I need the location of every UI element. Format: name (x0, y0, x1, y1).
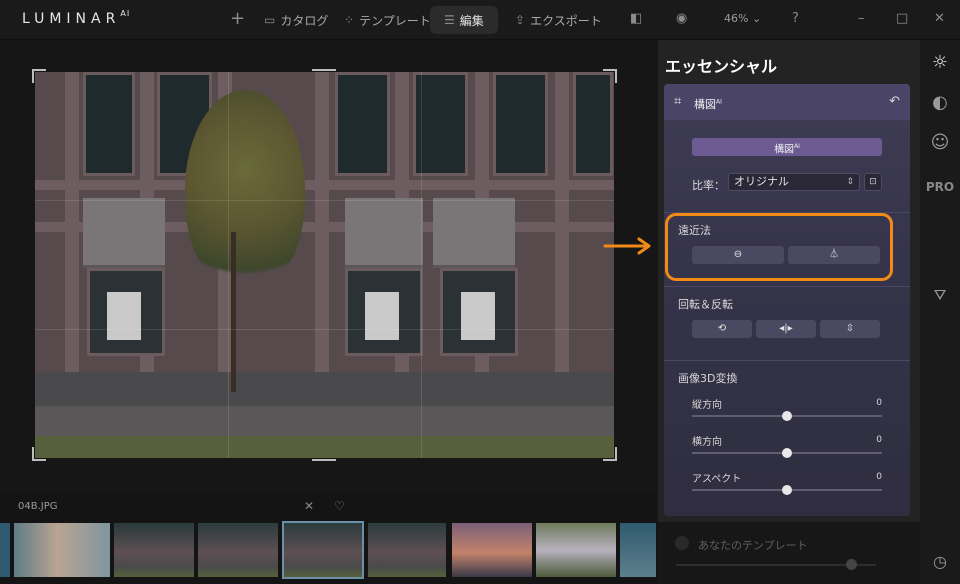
templates-icon: ⁘ (344, 13, 355, 27)
aspect-slider-knob[interactable] (782, 485, 792, 495)
crop-icon: ⌗ (674, 94, 682, 109)
filmstrip-thumb-selected[interactable] (282, 521, 364, 579)
horizontal-slider-knob[interactable] (782, 448, 792, 458)
nav-templates[interactable]: ⁘ テンプレート (344, 6, 431, 34)
rotate-icon: ⟲ (717, 323, 727, 334)
ratio-select[interactable]: オリジナル ⇕ (728, 173, 860, 191)
templates-label: あなたのテンプレート (698, 539, 808, 552)
filmstrip-thumb[interactable] (0, 523, 10, 577)
composition-card: ⌗ 構図AI ↶ 構図AI 比率： オリジナル ⇕ ⊡ 遠近法 ⊖ ⏃ 回転＆反… (664, 84, 910, 516)
top-bar: LUMINARAI + ▭ カタログ ⁘ テンプレート ☰ 編集 ⇪ エクスポー… (0, 0, 960, 40)
reset-icon[interactable]: ↶ (889, 94, 900, 109)
compare-icon[interactable]: ◧ (630, 11, 642, 26)
essentials-sun-icon[interactable]: ☼ (920, 52, 960, 73)
slider-label: アスペクト (692, 474, 742, 485)
perspective-highlight-box (665, 213, 893, 281)
templates-slider-knob[interactable] (846, 559, 857, 570)
templates-section: あなたのテンプレート (658, 522, 920, 584)
filmstrip-thumb[interactable] (536, 523, 616, 577)
photo-building (35, 72, 614, 372)
nav-edit[interactable]: ☰ 編集 (430, 6, 498, 34)
annotation-arrow-icon (603, 237, 651, 255)
rotate-button[interactable]: ⟲ (692, 320, 752, 338)
slider-value: 0 (876, 472, 882, 482)
crop-handle-top[interactable] (312, 69, 336, 71)
canvas-icon[interactable]: ⛛ (920, 286, 960, 304)
flip-vertical-button[interactable]: ⇳ (820, 320, 880, 338)
file-name: 04B.JPG (18, 501, 58, 512)
flip-vertical-icon: ⇳ (845, 323, 855, 334)
zoom-dropdown[interactable]: 46% ⌄ (724, 12, 761, 25)
slider-label: 縦方向 (692, 400, 722, 411)
crop-handle-bottom[interactable] (312, 459, 336, 461)
orientation-toggle-icon[interactable]: ⊡ (864, 173, 882, 191)
photo-tree (185, 90, 305, 290)
minimize-icon[interactable]: – (858, 11, 865, 26)
filmstrip-thumb[interactable] (368, 523, 446, 577)
filmstrip-thumb[interactable] (198, 523, 278, 577)
composition-title: 構図AI (694, 98, 722, 111)
filmstrip-thumb[interactable] (620, 523, 656, 577)
close-icon[interactable]: ✕ (934, 11, 945, 26)
catalog-icon: ▭ (264, 13, 276, 27)
templates-toggle[interactable] (675, 536, 689, 550)
nav-catalog[interactable]: ▭ カタログ (264, 6, 328, 34)
app-logo: LUMINARAI (22, 9, 131, 27)
history-clock-icon[interactable]: ◷ (920, 552, 960, 571)
crop-handle-bottom-right[interactable] (603, 447, 617, 461)
edit-icon: ☰ (444, 13, 455, 27)
crop-handle-bottom-left[interactable] (32, 447, 46, 461)
flip-horizontal-icon: ◂|▸ (779, 323, 793, 334)
slider-value: 0 (876, 435, 882, 445)
slider-label: 横方向 (692, 437, 722, 448)
crop-handle-top-left[interactable] (32, 69, 46, 83)
tool-rail: ☼ ◐ ☺ PRO ⛛ ◷ (920, 40, 960, 584)
crop-handle-top-right[interactable] (603, 69, 617, 83)
file-info-row: 04B.JPG ✕ ♡ (0, 492, 656, 520)
filmstrip-thumb[interactable] (114, 523, 194, 577)
composition-ai-button[interactable]: 構図AI (692, 138, 882, 156)
composition-card-header[interactable]: ⌗ 構図AI ↶ (664, 84, 910, 120)
creative-palette-icon[interactable]: ◐ (920, 92, 960, 113)
maximize-icon[interactable]: □ (896, 11, 908, 26)
transform3d-label: 画像3D変換 (678, 372, 738, 385)
vertical-slider-knob[interactable] (782, 411, 792, 421)
filmstrip-thumb[interactable] (452, 523, 532, 577)
slider-value: 0 (876, 398, 882, 408)
filmstrip-thumb[interactable] (14, 523, 110, 577)
panel-title: エッセンシャル (665, 57, 778, 76)
filmstrip (0, 520, 656, 579)
ratio-label: 比率： (692, 179, 725, 192)
edit-panel: エッセンシャル ⌗ 構図AI ↶ 構図AI 比率： オリジナル ⇕ ⊡ 遠近法 … (658, 40, 920, 522)
export-icon: ⇪ (515, 13, 526, 27)
updown-chevron-icon: ⇕ (846, 177, 854, 187)
reject-icon[interactable]: ✕ (304, 499, 314, 513)
portrait-face-icon[interactable]: ☺ (920, 132, 960, 153)
nav-export[interactable]: ⇪ エクスポート (515, 6, 602, 34)
help-icon[interactable]: ? (792, 11, 799, 26)
pro-tools[interactable]: PRO (920, 180, 960, 194)
photo-preview[interactable] (35, 72, 614, 458)
rotate-flip-label: 回転＆反転 (678, 298, 733, 311)
add-icon[interactable]: + (230, 8, 245, 29)
eye-icon[interactable]: ◉ (676, 11, 687, 26)
image-canvas[interactable] (0, 40, 656, 492)
favorite-icon[interactable]: ♡ (334, 499, 345, 513)
flip-horizontal-button[interactable]: ◂|▸ (756, 320, 816, 338)
